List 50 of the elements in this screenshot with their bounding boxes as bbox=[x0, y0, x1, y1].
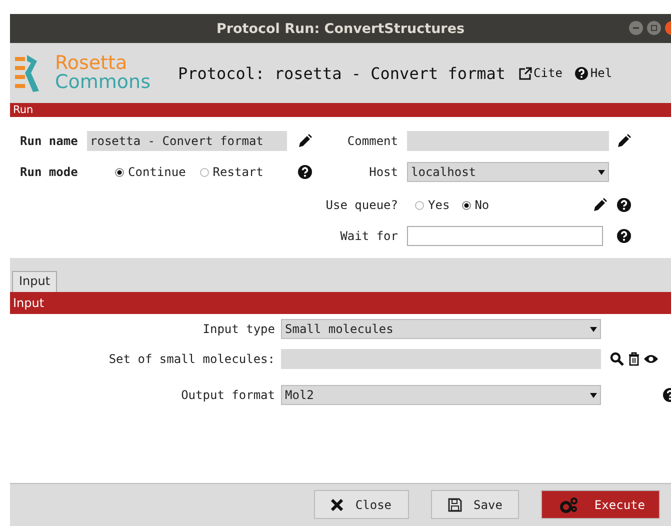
field-label: Host bbox=[368, 165, 399, 179]
help-icon[interactable] bbox=[298, 165, 312, 179]
maximize-icon[interactable] bbox=[647, 21, 661, 35]
radio-button[interactable]: Yes bbox=[415, 198, 450, 212]
help-icon bbox=[575, 66, 588, 80]
field-label: Wait for bbox=[339, 229, 399, 243]
pencil-icon[interactable] bbox=[298, 134, 312, 148]
protocol-title: Protocol: rosetta - Convert format bbox=[178, 64, 506, 82]
field-label: Use queue? bbox=[324, 198, 399, 212]
help-link[interactable]: Hel bbox=[575, 66, 612, 80]
radio-button[interactable]: No bbox=[462, 198, 490, 212]
wait-for-field[interactable] bbox=[407, 226, 603, 246]
minimize-icon[interactable] bbox=[629, 21, 643, 35]
run-name-field[interactable]: rosetta - Convert format bbox=[87, 131, 287, 151]
radio-button[interactable]: Restart bbox=[200, 165, 264, 179]
save-button[interactable]: Save bbox=[430, 490, 520, 519]
help-icon[interactable] bbox=[617, 198, 631, 212]
section-title: Input bbox=[13, 296, 44, 310]
logo-text: Rosetta Commons bbox=[55, 54, 152, 92]
caret-icon bbox=[590, 392, 597, 398]
eye-icon[interactable] bbox=[644, 353, 658, 365]
external-link-icon bbox=[518, 66, 532, 80]
caret-icon bbox=[598, 170, 605, 174]
help-icon[interactable] bbox=[617, 229, 631, 243]
trash-icon[interactable] bbox=[628, 352, 640, 366]
pencil-icon[interactable] bbox=[593, 198, 607, 212]
field-label: Comment bbox=[346, 134, 399, 148]
close-button[interactable]: Close bbox=[314, 490, 409, 519]
comment-field[interactable] bbox=[407, 131, 609, 151]
field-label: Input type bbox=[202, 322, 276, 336]
cite-link[interactable]: Cite bbox=[518, 66, 562, 80]
radio-button[interactable]: Continue bbox=[115, 165, 186, 179]
logo-icon bbox=[15, 53, 41, 93]
field-label: Run mode bbox=[20, 165, 79, 179]
close-icon bbox=[331, 498, 344, 510]
execute-button[interactable]: Execute bbox=[541, 490, 660, 519]
field-label: Run name bbox=[20, 134, 79, 148]
gears-icon bbox=[560, 496, 578, 512]
host-dropdown[interactable]: localhost bbox=[407, 162, 609, 182]
field-label: Output format bbox=[180, 388, 276, 402]
dropdown[interactable]: Small molecules bbox=[281, 319, 601, 339]
field-label: Set of small molecules: bbox=[108, 352, 276, 366]
window-title: Protocol Run: ConvertStructures bbox=[216, 20, 465, 36]
section-title: Run bbox=[13, 104, 34, 116]
caret-icon bbox=[590, 326, 597, 332]
pencil-icon[interactable] bbox=[617, 134, 631, 148]
tab[interactable]: Input bbox=[12, 271, 58, 292]
dropdown[interactable]: Mol2 bbox=[281, 385, 601, 405]
search-icon[interactable] bbox=[610, 352, 624, 366]
input-field[interactable] bbox=[281, 349, 601, 369]
